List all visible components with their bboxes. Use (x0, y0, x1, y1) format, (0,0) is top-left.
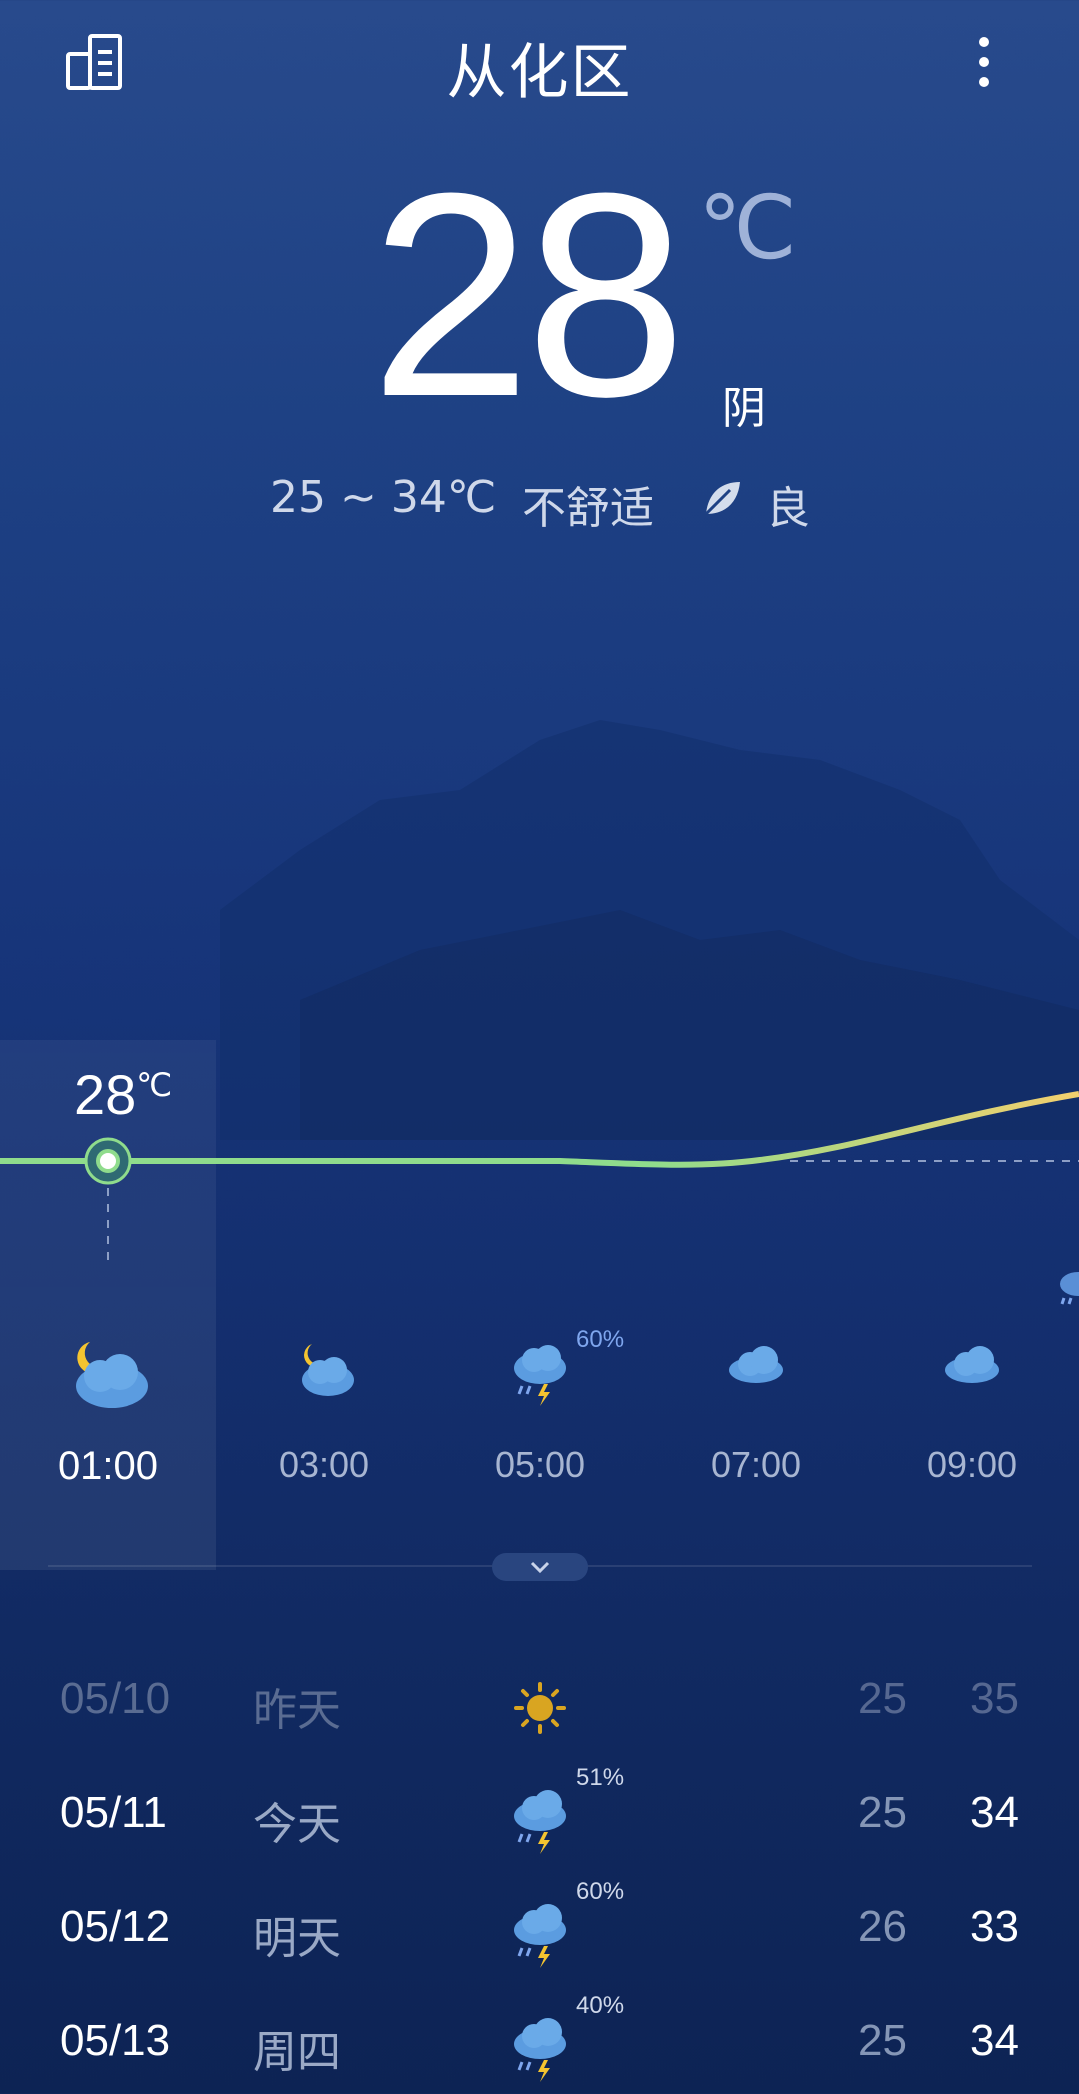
hour-item[interactable]: 60% 05:00 (432, 1320, 648, 1486)
air-quality[interactable]: 良 (766, 472, 810, 536)
day-date: 05/10 (60, 1674, 171, 1723)
hour-time: 09:00 (926, 1444, 1018, 1485)
temp-range: 25 ~ 34℃ (270, 472, 497, 523)
cloud-icon (729, 1346, 783, 1383)
day-date: 05/11 (60, 1788, 167, 1837)
moon-cloud-icon (302, 1344, 354, 1396)
day-weekday: 昨天 (253, 1685, 341, 1736)
hour-time: 01:00 (57, 1444, 159, 1488)
day-high: 34 (970, 1788, 1019, 1837)
day-date: 05/13 (60, 2016, 171, 2065)
more-options-icon[interactable] (960, 30, 1008, 94)
city-title: 从化区 (446, 38, 633, 108)
current-temperature: 28 (370, 133, 687, 457)
precip-chance: 60% (576, 1326, 625, 1353)
daily-row[interactable]: 05/13 周四 40% 25 34 (0, 1992, 1079, 2092)
day-low: 25 (858, 1674, 907, 1723)
current-hour-temp: 28℃ (74, 1063, 173, 1126)
hour-item[interactable]: 03:00 (216, 1320, 432, 1486)
precip-chance: 60% (576, 1878, 625, 1905)
moon-cloud-icon (76, 1342, 148, 1408)
thunderstorm-icon (514, 1345, 566, 1406)
hour-item[interactable]: 01:00 (0, 1320, 216, 1489)
comfort-level: 不舒适 (522, 483, 654, 534)
day-high: 34 (970, 2016, 1019, 2065)
daily-row[interactable]: 05/11 今天 51% 25 34 (0, 1764, 1079, 1864)
expand-button[interactable] (492, 1553, 588, 1581)
precip-chance: 40% (576, 1992, 625, 2019)
day-low: 25 (858, 2016, 907, 2065)
hour-item[interactable]: 07:00 (648, 1320, 864, 1486)
hour-item[interactable]: 09:00 (864, 1320, 1079, 1486)
daily-row[interactable]: 05/10 昨天 25 35 (0, 1650, 1079, 1750)
weather-summary: 25 ~ 34℃ 不舒适 良 (0, 472, 1079, 534)
day-high: 33 (970, 1902, 1019, 1951)
daily-row[interactable]: 05/12 明天 60% 26 33 (0, 1878, 1079, 1978)
day-high: 35 (970, 1674, 1019, 1723)
current-condition: 阴 (722, 383, 766, 434)
top-bar: 从化区 (0, 0, 1079, 130)
leaf-icon (704, 482, 740, 516)
day-low: 25 (858, 1788, 907, 1837)
day-weekday: 今天 (253, 1799, 341, 1850)
hour-time: 05:00 (494, 1444, 586, 1485)
thunderstorm-icon (1060, 1272, 1079, 1305)
cloud-icon (945, 1346, 999, 1383)
hour-time: 03:00 (278, 1444, 370, 1485)
temperature-unit: ℃ (698, 176, 797, 279)
day-date: 05/12 (60, 1902, 171, 1951)
chevron-down-icon (530, 1561, 550, 1574)
sun-icon (514, 1682, 566, 1734)
day-weekday: 周四 (253, 2027, 341, 2078)
day-weekday: 明天 (253, 1913, 341, 1964)
precip-chance: 51% (576, 1764, 625, 1791)
day-low: 26 (858, 1902, 907, 1951)
hour-time: 07:00 (710, 1444, 802, 1485)
